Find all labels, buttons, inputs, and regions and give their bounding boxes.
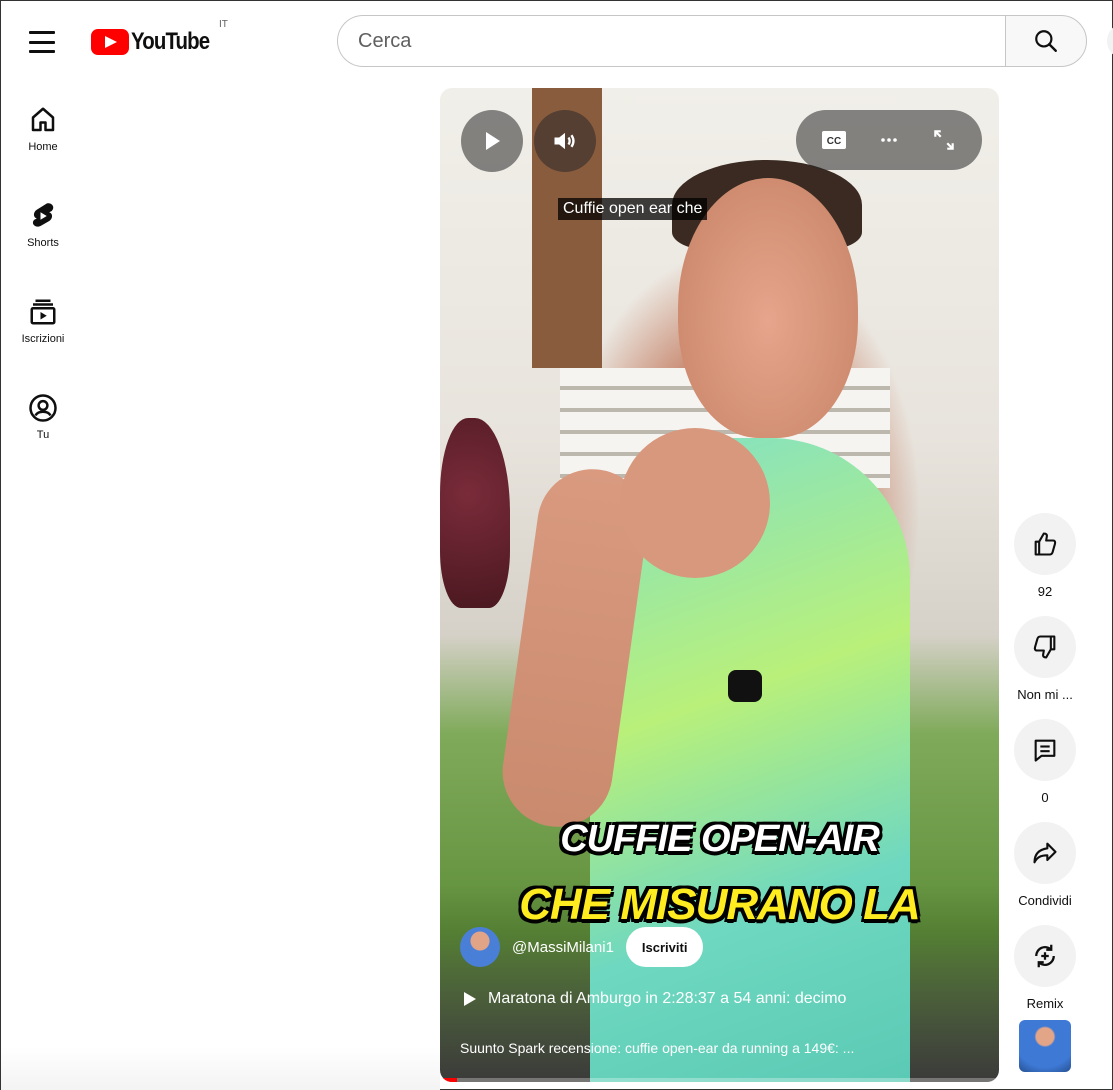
progress-bar[interactable]	[440, 1078, 999, 1082]
nav-item-shorts[interactable]: Shorts	[1, 185, 85, 281]
play-triangle-icon	[464, 992, 476, 1006]
thumbs-down-icon	[1033, 635, 1056, 659]
channel-name[interactable]: @MassiMilani1	[512, 939, 614, 956]
video-description[interactable]: Suunto Spark recensione: cuffie open-ear…	[460, 1040, 970, 1056]
nav-item-home[interactable]: Home	[1, 89, 85, 185]
fullscreen-icon	[934, 130, 955, 150]
thumbs-up-icon	[1034, 532, 1057, 556]
share-action: Condividi	[1013, 822, 1077, 925]
fullscreen-button[interactable]	[922, 118, 966, 162]
remix-action: Remix	[1013, 925, 1077, 1016]
dislike-action: Non mi ...	[1013, 616, 1077, 719]
linked-video-link[interactable]: Maratona di Amburgo in 2:28:37 a 54 anni…	[464, 990, 846, 1008]
search-icon	[1035, 30, 1057, 52]
video-scene-mic-clip	[728, 670, 762, 702]
remix-icon	[1035, 944, 1055, 968]
sound-thumbnail[interactable]	[1019, 1020, 1071, 1072]
country-code: IT	[219, 19, 228, 30]
linked-video-title: Maratona di Amburgo in 2:28:37 a 54 anni…	[488, 990, 847, 1007]
dislike-button[interactable]	[1014, 616, 1076, 678]
shorts-icon	[32, 203, 54, 227]
player-top-controls: CC	[796, 110, 982, 170]
voice-search-button[interactable]	[1107, 23, 1113, 59]
video-caption: Cuffie open ear che	[558, 198, 708, 220]
logo-text: YouTube	[131, 28, 210, 55]
menu-icon[interactable]	[25, 27, 59, 57]
home-icon	[31, 107, 55, 132]
action-bar: 92 Non mi ... 0 Condividi Remix	[1013, 513, 1077, 1072]
share-icon	[1033, 842, 1057, 864]
video-scene-bush	[440, 418, 510, 608]
channel-row: @MassiMilani1 Iscriviti	[460, 926, 704, 968]
channel-avatar[interactable]	[460, 927, 500, 967]
masthead: YouTube IT	[1, 1, 1113, 81]
like-action: 92	[1013, 513, 1077, 616]
nav-item-subscriptions[interactable]: Iscrizioni	[1, 281, 85, 377]
search-button[interactable]	[1005, 15, 1087, 67]
svg-text:CC: CC	[826, 136, 840, 147]
play-button[interactable]	[461, 110, 523, 172]
play-icon	[486, 132, 500, 150]
nav-item-you[interactable]: Tu	[1, 377, 85, 473]
like-count: 92	[1037, 584, 1053, 599]
nav-label-you: Tu	[36, 429, 50, 441]
more-horizontal-icon	[881, 138, 897, 142]
video-overlay-text-line2: CHE MISURANO LA	[519, 880, 921, 929]
video-scene-runner-hand	[620, 428, 770, 578]
shorts-player[interactable]: CC Cuffie open ear che CUFFIE OPEN-AIR C…	[440, 88, 999, 1082]
comments-button[interactable]	[1014, 719, 1076, 781]
share-button[interactable]	[1014, 822, 1076, 884]
more-options-button[interactable]	[867, 118, 911, 162]
captions-button[interactable]: CC	[812, 118, 856, 162]
share-label: Condividi	[1018, 893, 1072, 908]
comment-count: 0	[1041, 790, 1049, 805]
subscribe-button[interactable]: Iscriviti	[625, 927, 704, 967]
subscriptions-icon	[30, 299, 56, 325]
user-icon	[29, 394, 57, 422]
nav-label-subscriptions: Iscrizioni	[21, 333, 65, 345]
nav-label-home: Home	[28, 141, 58, 153]
page-bottom-fade	[1, 1047, 440, 1090]
search-input[interactable]	[337, 15, 1005, 67]
left-nav: Home Shorts Iscrizioni Tu	[1, 89, 85, 473]
remix-label: Remix	[1026, 996, 1064, 1011]
nav-label-shorts: Shorts	[27, 237, 59, 249]
youtube-logo[interactable]: YouTube IT	[91, 19, 228, 57]
comment-icon	[1034, 739, 1056, 762]
youtube-play-logo-icon	[91, 29, 129, 55]
volume-icon	[554, 132, 575, 150]
dislike-label: Non mi ...	[1017, 687, 1073, 702]
video-overlay-text-line1: CUFFIE OPEN-AIR	[560, 818, 880, 860]
search-box	[337, 15, 1087, 67]
captions-icon: CC	[821, 131, 846, 149]
progress-bar-fill	[440, 1078, 457, 1082]
comments-action: 0	[1013, 719, 1077, 822]
volume-button[interactable]	[534, 110, 596, 172]
remix-button[interactable]	[1014, 925, 1076, 987]
like-button[interactable]	[1014, 513, 1076, 575]
